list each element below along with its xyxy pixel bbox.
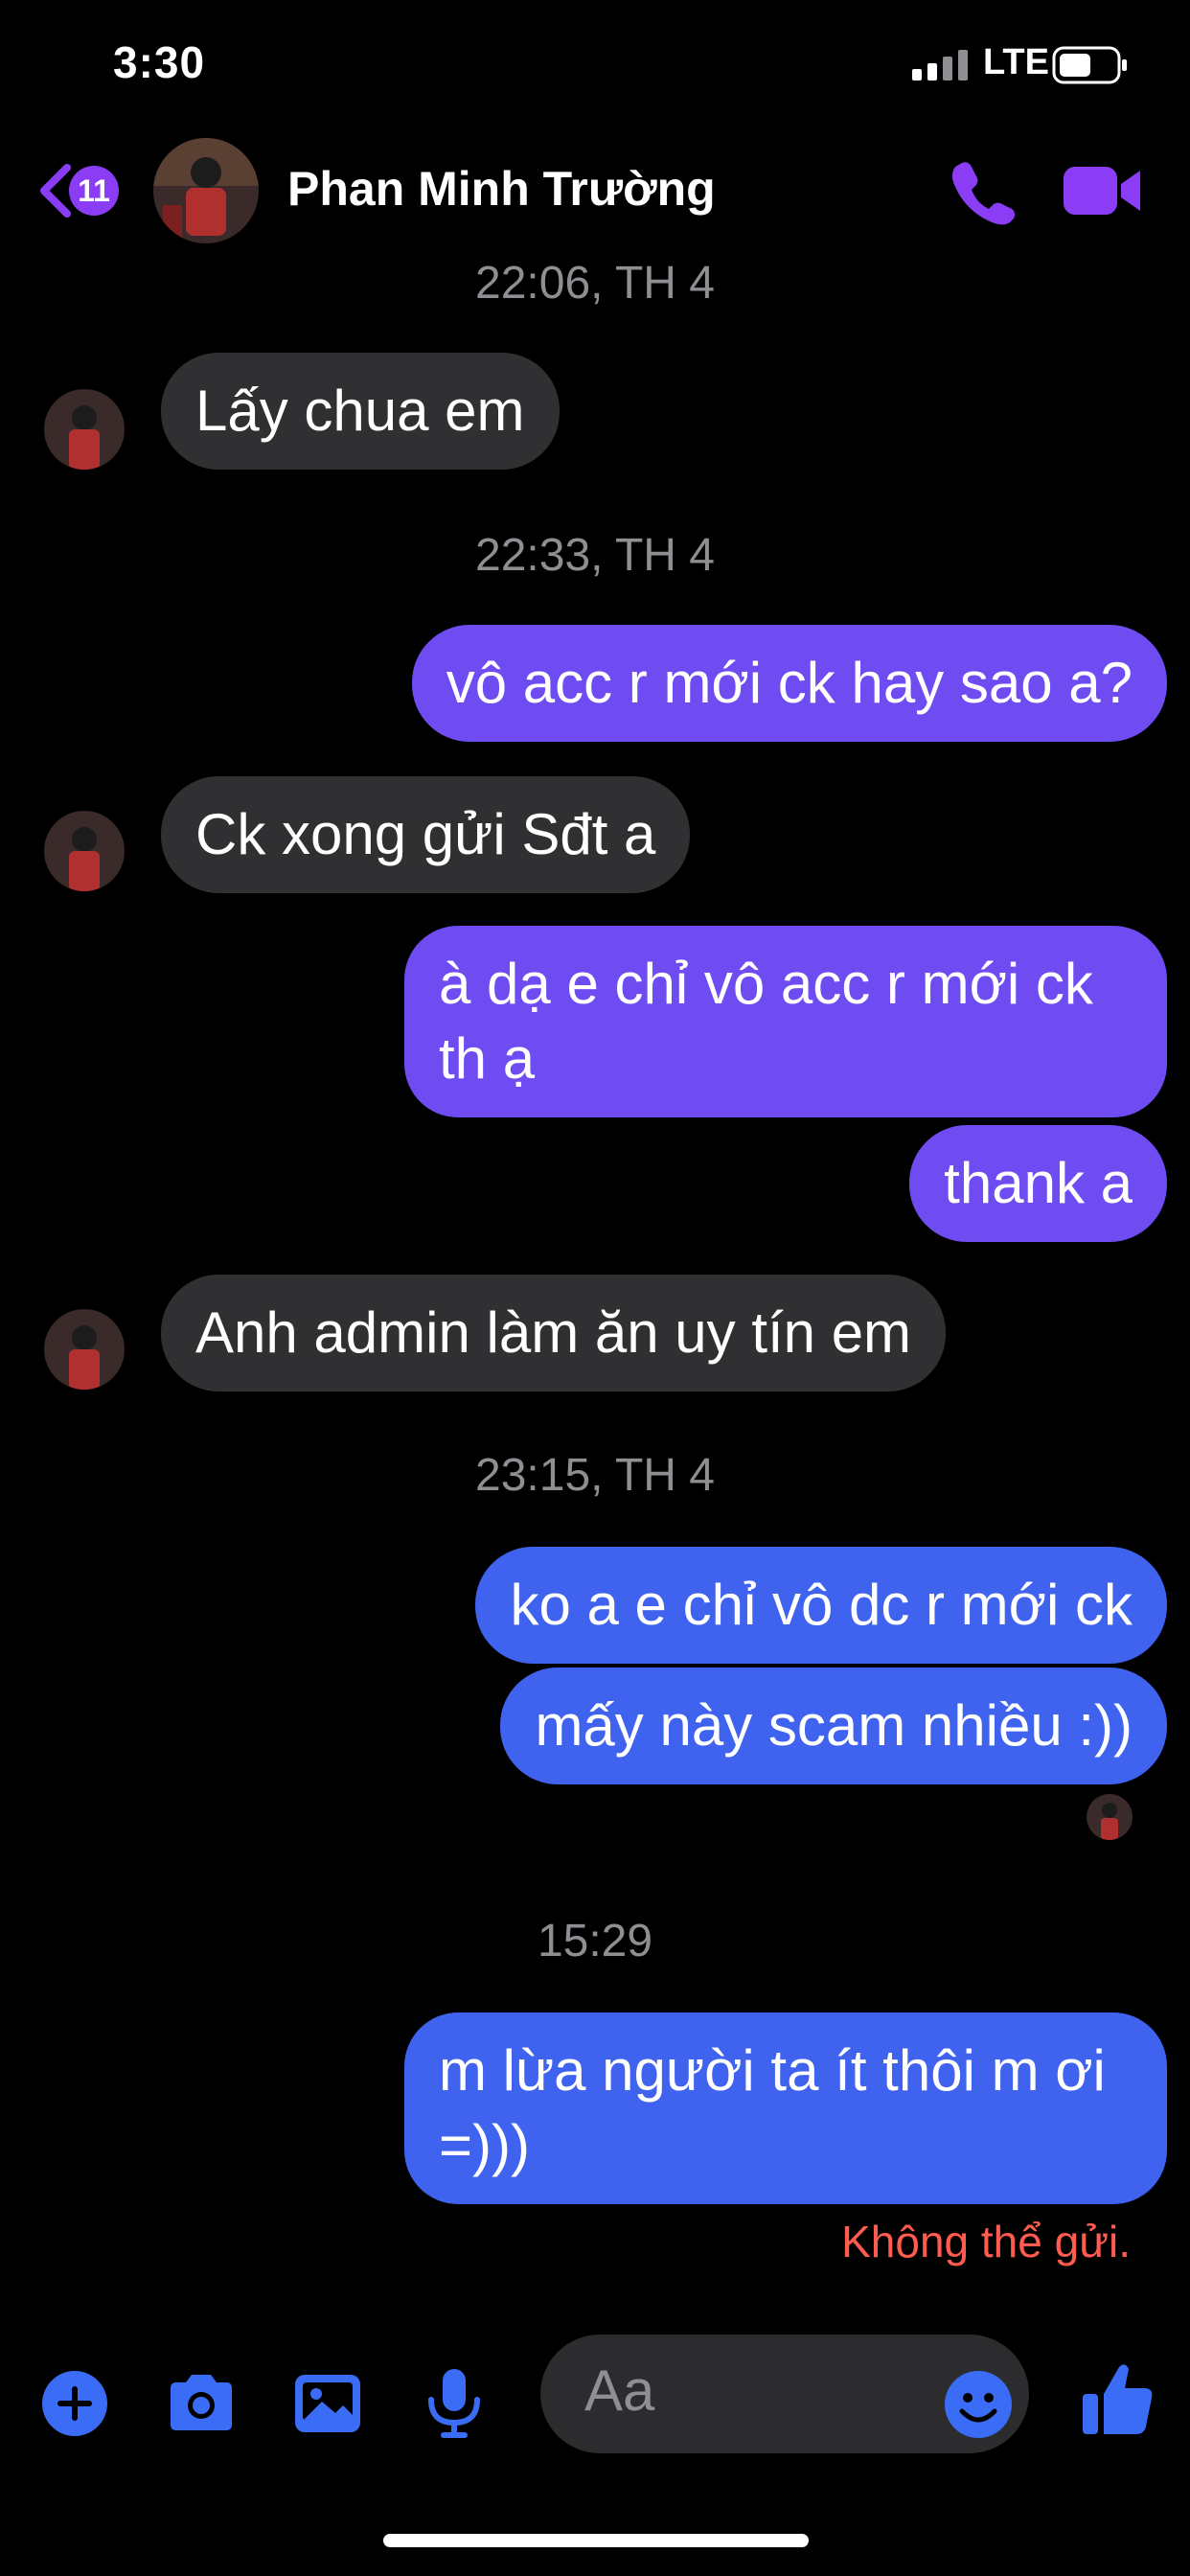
timestamp: 15:29	[537, 1916, 653, 1966]
sent-message[interactable]: ko a e chỉ vô dc r mới ck	[475, 1547, 1167, 1664]
phone-icon[interactable]	[949, 157, 1018, 226]
sent-message[interactable]: mấy này scam nhiều :))	[500, 1668, 1167, 1784]
sender-avatar[interactable]	[44, 811, 125, 891]
battery-icon	[1052, 46, 1127, 84]
sender-avatar[interactable]	[44, 1309, 125, 1390]
microphone-icon[interactable]	[416, 2365, 492, 2442]
received-message[interactable]: Anh admin làm ăn uy tín em	[161, 1275, 947, 1392]
contact-avatar[interactable]	[153, 138, 259, 243]
home-indicator[interactable]	[383, 2534, 809, 2547]
status-time: 3:30	[113, 37, 206, 87]
emoji-icon[interactable]	[943, 2369, 1014, 2440]
contact-name[interactable]: Phan Minh Trường	[287, 161, 716, 217]
video-camera-icon[interactable]	[1064, 161, 1142, 220]
seen-avatar	[1087, 1794, 1133, 1840]
received-message[interactable]: Ck xong gửi Sđt a	[161, 776, 691, 893]
sent-message[interactable]: m lừa người ta ít thôi m ơi =)))	[404, 2012, 1167, 2204]
input-placeholder: Aa	[584, 2358, 655, 2423]
received-message[interactable]: Lấy chua em	[161, 353, 560, 470]
thumbs-up-icon[interactable]	[1081, 2361, 1154, 2438]
sent-message[interactable]: vô acc r mới ck hay sao a?	[411, 625, 1167, 742]
timestamp: 22:06, TH 4	[475, 258, 715, 309]
send-error-status: Không thể gửi.	[841, 2217, 1131, 2266]
sent-message[interactable]: thank a	[909, 1125, 1167, 1242]
timestamp: 23:15, TH 4	[475, 1450, 715, 1501]
timestamp: 22:33, TH 4	[475, 530, 715, 581]
network-label: LTE	[983, 42, 1049, 82]
image-icon[interactable]	[289, 2365, 366, 2442]
signal-icon	[912, 50, 968, 80]
unread-badge: 11	[69, 166, 119, 216]
camera-icon[interactable]	[163, 2365, 240, 2442]
sender-avatar[interactable]	[44, 389, 125, 470]
sent-message[interactable]: à dạ e chỉ vô acc r mới ck th ạ	[404, 926, 1167, 1117]
plus-icon[interactable]	[36, 2365, 113, 2442]
back-button[interactable]: 11	[34, 157, 130, 224]
